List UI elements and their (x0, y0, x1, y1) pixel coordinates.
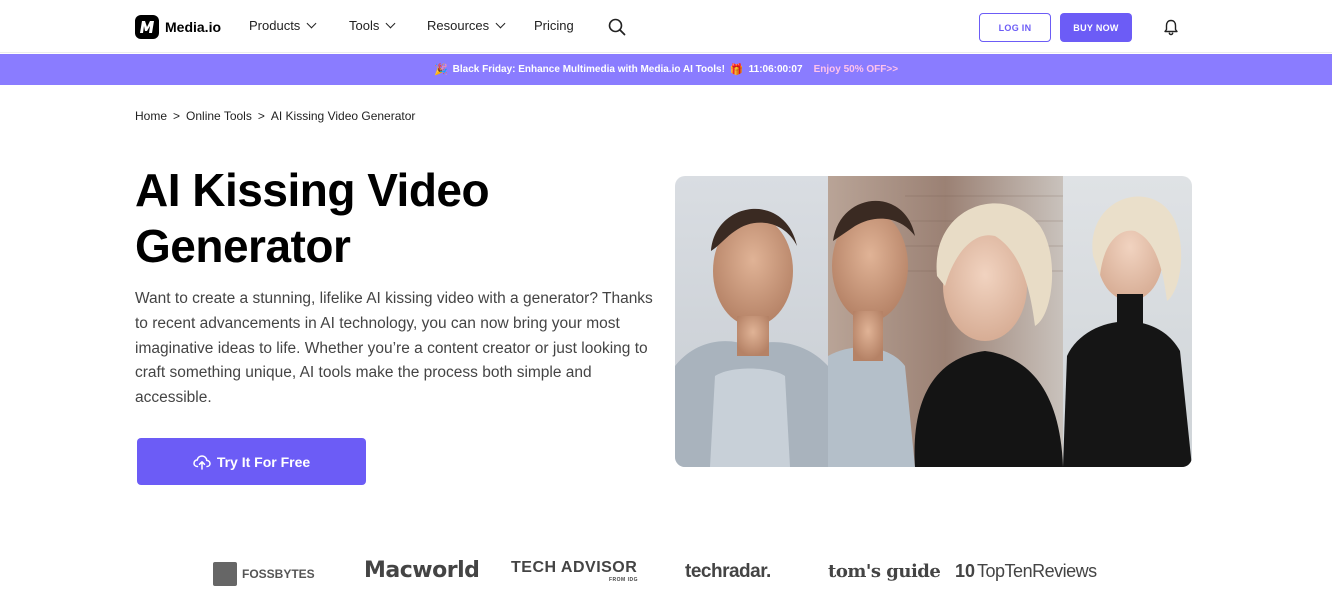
chevron-down-icon (495, 18, 506, 29)
press-logo-toptenreviews: 10 TopTenReviews (955, 561, 1097, 581)
nav-products-label: Products (249, 18, 301, 33)
promo-countdown: 11:06:00:07 (748, 64, 803, 75)
breadcrumb-separator: > (257, 109, 265, 123)
breadcrumb-separator: > (173, 109, 181, 123)
chevron-down-icon (306, 18, 317, 29)
nav-products[interactable]: Products (249, 18, 317, 33)
press-logo-toms-guide: tom's guide (828, 561, 941, 582)
kissing-couple-photo (675, 176, 1192, 467)
press-logo-techradar: techradar. (685, 561, 771, 582)
press-logo-fossbytes: FOSSBYTES (213, 562, 315, 586)
breadcrumb-home[interactable]: Home (135, 109, 167, 123)
hero-image (675, 176, 1192, 467)
hero-description: Want to create a stunning, lifelike AI k… (135, 290, 653, 407)
promo-offer-link[interactable]: Enjoy 50% OFF>> (814, 64, 898, 75)
try-it-free-label: Try It For Free (216, 453, 311, 470)
chevron-down-icon (385, 18, 396, 29)
page-title: AI Kissing Video Generator (135, 164, 490, 272)
top-ten-mark-icon: 10 (955, 561, 976, 581)
nav-pricing[interactable]: Pricing (534, 18, 574, 33)
try-it-free-button[interactable]: Try It For Free (137, 438, 366, 485)
brand-logo[interactable]: Media.io (135, 15, 221, 39)
nav-pricing-label: Pricing (534, 18, 574, 33)
press-logo-techadvisor: TECH ADVISOR FROM IDG (511, 559, 638, 583)
cloud-upload-icon (193, 454, 211, 470)
media-io-logo-icon (135, 15, 159, 39)
gift-icon: 🎁 (729, 64, 744, 76)
nav-tools-label: Tools (349, 18, 380, 33)
nav-resources[interactable]: Resources (427, 18, 506, 33)
party-popper-icon: 🎉 (433, 64, 448, 76)
top-navigation-bar: Media.io Products Tools Resources Pricin… (0, 0, 1332, 53)
breadcrumb-current: AI Kissing Video Generator (270, 109, 416, 123)
nav-tools[interactable]: Tools (349, 18, 396, 33)
brand-name: Media.io (165, 19, 222, 35)
breadcrumb: Home > Online Tools > AI Kissing Video G… (135, 109, 415, 123)
bell-icon[interactable] (1163, 19, 1179, 36)
fossbytes-mark-icon (213, 562, 237, 586)
buy-now-button[interactable]: BUY NOW (1060, 13, 1132, 42)
press-logos-strip: FOSSBYTES Macworld TECH ADVISOR FROM IDG… (140, 555, 1200, 595)
nav-resources-label: Resources (427, 18, 490, 33)
promo-text: Black Friday: Enhance Multimedia with Me… (452, 64, 725, 75)
login-button[interactable]: LOG IN (979, 13, 1051, 42)
breadcrumb-online-tools[interactable]: Online Tools (186, 109, 252, 123)
promo-banner[interactable]: 🎉 Black Friday: Enhance Multimedia with … (0, 54, 1332, 85)
press-logo-macworld: Macworld (364, 558, 480, 583)
search-icon[interactable] (608, 18, 626, 36)
